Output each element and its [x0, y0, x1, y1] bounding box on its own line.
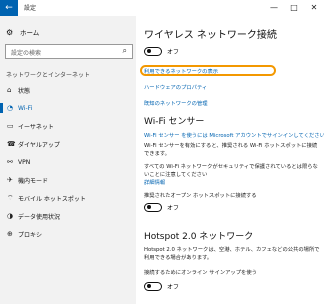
sidebar-item-label: データ使用状況 — [18, 213, 61, 221]
back-arrow-icon: ← — [5, 3, 13, 13]
sidebar-item-label: イーサネット — [18, 123, 54, 131]
nav-section-title: ネットワークとインターネット — [6, 72, 91, 79]
sidebar-item-wifi[interactable]: ◔ Wi-Fi — [0, 102, 136, 114]
search-input[interactable]: 設定の検索 ⌕ — [5, 44, 133, 59]
title-bar: ← 設定 — □ ✕ — [0, 0, 324, 16]
toggle-state-label: オフ — [167, 49, 180, 56]
show-networks-link[interactable]: 利用できるネットワークの表示 — [144, 67, 218, 75]
proxy-icon: ⊕ — [7, 230, 13, 238]
window-title: 設定 — [24, 5, 37, 12]
wifi-sense-signin-link[interactable]: Wi-Fi センサー を使うには Microsoft アカウントでサインインして… — [144, 131, 324, 139]
sidebar-item-airplane[interactable]: ✈ 機内モード — [0, 174, 136, 186]
toggle-switch[interactable] — [144, 47, 162, 56]
sidebar-item-label: モバイル ホットスポット — [18, 195, 86, 203]
sidebar-item-label: ダイヤルアップ — [18, 141, 60, 149]
minimize-button[interactable]: — — [264, 0, 284, 16]
data-usage-icon: ◑ — [7, 212, 14, 220]
sidebar-item-label: VPN — [18, 158, 31, 166]
sidebar-item-label: 状態 — [18, 87, 31, 95]
wifi-toggle[interactable]: オフ — [144, 47, 179, 56]
details-link[interactable]: 詳細情報 — [144, 178, 165, 186]
toggle-switch[interactable] — [144, 282, 162, 291]
sidebar-item-label: 機内モード — [18, 177, 49, 185]
nav-home[interactable]: ⚙ ホーム — [6, 26, 39, 38]
sidebar-item-label: Wi-Fi — [18, 104, 33, 112]
hardware-properties-link[interactable]: ハードウェアのプロパティ — [144, 83, 207, 91]
sidebar-item-vpn[interactable]: ⚯ VPN — [0, 156, 136, 168]
open-hotspot-label: 推奨されたオープン ホットスポットに接続する — [144, 193, 257, 199]
gear-icon: ⚙ — [6, 27, 14, 37]
active-indicator — [0, 103, 3, 113]
open-hotspot-toggle[interactable]: オフ — [144, 203, 179, 212]
manage-known-networks-link[interactable]: 既知のネットワークの管理 — [144, 99, 208, 107]
hotspot20-heading: Hotspot 2.0 ネットワーク — [144, 232, 254, 242]
window-controls: — □ ✕ — [264, 0, 324, 16]
hotspot20-description: Hotspot 2.0 ネットワークは、空港、ホテル、カフェなどの公共の場所で利… — [144, 247, 320, 261]
sidebar-item-proxy[interactable]: ⊕ プロキシ — [0, 228, 136, 240]
airplane-icon: ✈ — [7, 176, 13, 184]
nav-home-label: ホーム — [20, 29, 40, 37]
security-caution-text: すべての Wi-Fi ネットワークがセキュリティで保護されているとは限らないこと… — [144, 164, 318, 178]
sidebar-item-label: プロキシ — [18, 231, 43, 239]
wifi-sense-heading: Wi-Fi センサー — [144, 117, 205, 127]
sidebar-item-ethernet[interactable]: ▭ イーサネット — [0, 120, 136, 132]
page-title: ワイヤレス ネットワーク接続 — [144, 30, 277, 41]
hotspot-icon: ⌔ — [7, 193, 14, 202]
online-signup-label: 接続するためにオンライン サインアップを使う — [144, 270, 257, 276]
close-button[interactable]: ✕ — [304, 0, 324, 16]
main-panel: ワイヤレス ネットワーク接続 オフ 利用できるネットワークの表示 ハードウェアの… — [136, 16, 324, 304]
search-placeholder: 設定の検索 — [11, 50, 42, 57]
status-icon: ⌂ — [7, 86, 12, 94]
wifi-sense-description: Wi-Fi センサーを有効にすると、推奨される Wi-Fi ホットスポットに接続… — [144, 143, 318, 157]
sidebar-item-hotspot[interactable]: ⌔ モバイル ホットスポット — [0, 192, 136, 204]
search-icon: ⌕ — [122, 46, 127, 55]
sidebar-item-status[interactable]: ⌂ 状態 — [0, 84, 136, 96]
vpn-icon: ⚯ — [7, 158, 13, 166]
toggle-switch[interactable] — [144, 203, 162, 212]
toggle-state-label: オフ — [167, 284, 180, 291]
back-button[interactable]: ← — [0, 0, 18, 16]
sidebar-item-data-usage[interactable]: ◑ データ使用状況 — [0, 210, 136, 222]
ethernet-icon: ▭ — [7, 122, 14, 130]
maximize-button[interactable]: □ — [284, 0, 304, 16]
sidebar-item-dialup[interactable]: ☎ ダイヤルアップ — [0, 138, 136, 150]
sidebar: ⚙ ホーム 設定の検索 ⌕ ネットワークとインターネット ⌂ 状態 ◔ Wi-F… — [0, 16, 136, 304]
online-signup-toggle[interactable]: オフ — [144, 282, 179, 291]
toggle-state-label: オフ — [167, 205, 180, 212]
dialup-icon: ☎ — [7, 140, 16, 148]
